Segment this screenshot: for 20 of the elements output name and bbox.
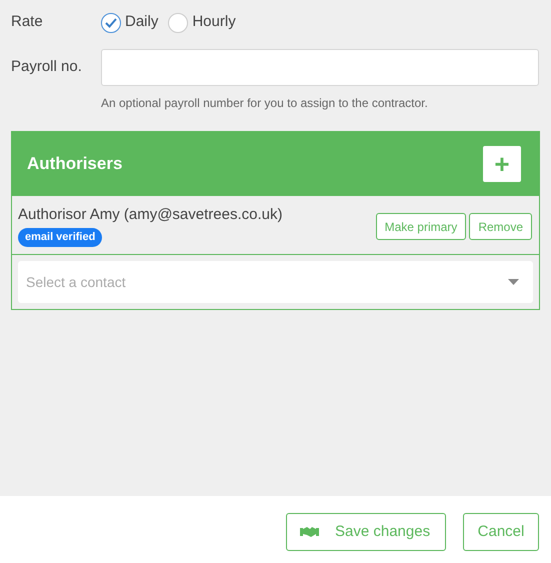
radio-label: Daily bbox=[125, 12, 158, 32]
save-button[interactable]: Save changes bbox=[286, 513, 446, 551]
input-field[interactable] bbox=[101, 49, 539, 86]
radio-button[interactable] bbox=[101, 12, 121, 32]
cancel-button[interactable]: Cancel bbox=[463, 513, 539, 551]
radio-label: Hourly bbox=[192, 12, 236, 32]
action-button[interactable]: Make primary bbox=[376, 213, 466, 240]
add-button[interactable]: + bbox=[483, 146, 521, 182]
select-placeholder: Select a contact bbox=[26, 272, 126, 292]
check-icon bbox=[105, 18, 117, 28]
field-label: Rate bbox=[11, 12, 44, 32]
authoriser-name: Authorisor Amy (amy@savetrees.co.uk) bbox=[18, 204, 282, 224]
status-badge: email verified bbox=[18, 228, 102, 246]
caret-icon bbox=[508, 279, 519, 285]
action-button[interactable]: Remove bbox=[469, 213, 532, 240]
contact-select[interactable]: Select a contact bbox=[18, 261, 533, 303]
help-text: An optional payroll number for you to assign to the contractor. bbox=[101, 96, 428, 110]
panel-title: Authorisers bbox=[27, 153, 122, 176]
radio-button[interactable] bbox=[168, 12, 188, 32]
field-label: Payroll no. bbox=[11, 57, 83, 78]
